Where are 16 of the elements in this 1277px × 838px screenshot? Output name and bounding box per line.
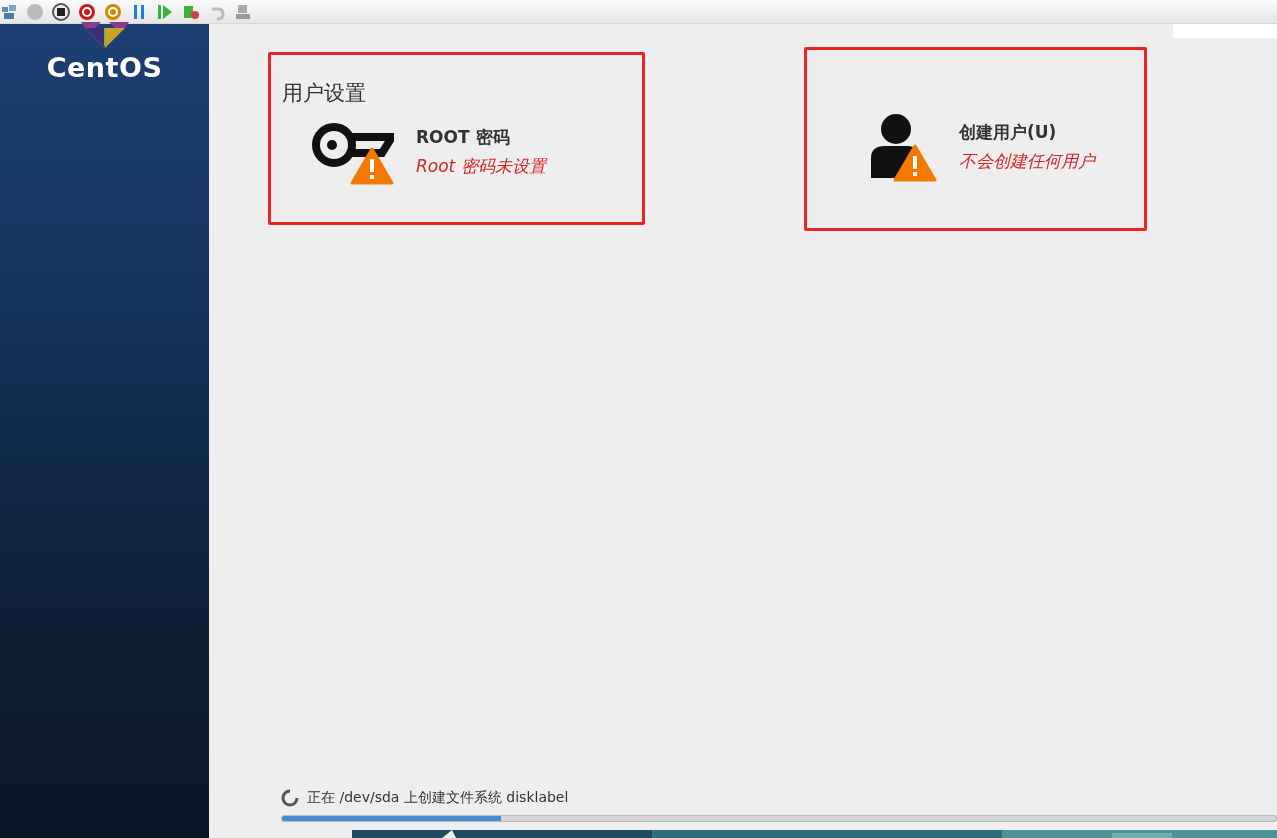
- spoke-title: ROOT 密码: [416, 126, 511, 149]
- logo-text: CentOS: [46, 52, 163, 83]
- restart-icon[interactable]: [104, 2, 122, 21]
- spoke-status: 不会创建任何用户: [959, 150, 1095, 173]
- spoke-item[interactable]: ROOT 密码 Root 密码未设置: [312, 119, 642, 185]
- stop-icon[interactable]: [52, 2, 70, 21]
- status-message: 正在 /dev/sda 上创建文件系统 disklabel: [307, 789, 569, 807]
- spinner-icon: [281, 789, 299, 807]
- keyboard-layout-field[interactable]: [1173, 24, 1277, 38]
- spoke-status: Root 密码未设置: [416, 155, 546, 178]
- spoke-title: 创建用户(U): [959, 121, 1058, 144]
- power-off-icon[interactable]: [78, 2, 96, 21]
- spoke-item[interactable]: 创建用户(U) 不会创建任何用户: [869, 112, 1144, 182]
- play-icon[interactable]: [156, 2, 174, 21]
- section-title: 用户设置: [282, 80, 367, 107]
- vm-group-icon[interactable]: [0, 2, 18, 21]
